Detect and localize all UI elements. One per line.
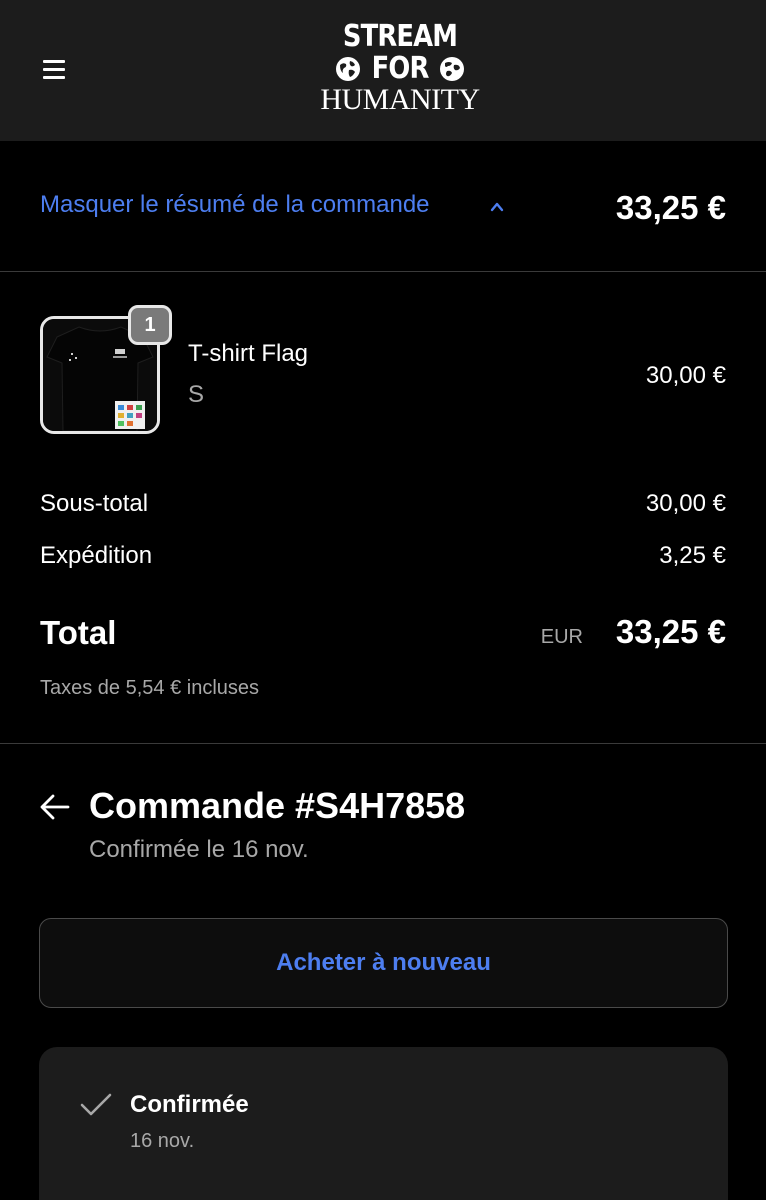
buy-again-button[interactable]: Acheter à nouveau <box>39 918 728 1008</box>
summary-toggle-label: Masquer le résumé de la commande <box>40 191 430 218</box>
order-status-page: STREAM FOR HUMANITY Masquer le résumé de… <box>0 0 766 1200</box>
total-currency: EUR <box>540 626 583 648</box>
globe-icon <box>335 57 360 81</box>
summary-total-price: 33,25 € <box>615 189 726 226</box>
order-confirmation-date: Confirmée le 16 nov. <box>89 836 309 863</box>
back-arrow-icon[interactable] <box>38 792 72 822</box>
logo-line-for-row: FOR <box>318 54 482 84</box>
quantity-badge: 1 <box>128 305 172 345</box>
product-variant: S <box>188 381 205 408</box>
total-label: Total <box>40 614 117 651</box>
stream-for-humanity-logo[interactable]: STREAM FOR HUMANITY <box>318 20 482 120</box>
hamburger-menu-icon[interactable] <box>40 57 70 83</box>
logo-line-stream: STREAM <box>342 19 458 54</box>
checkmark-icon <box>80 1093 112 1116</box>
chevron-up-icon <box>490 202 504 212</box>
section-divider <box>0 743 766 744</box>
status-title: Confirmée <box>130 1091 249 1118</box>
logo-line-for: FOR <box>371 51 430 86</box>
product-name: T-shirt Flag <box>188 340 309 367</box>
order-title: Commande #S4H7858 <box>89 785 466 826</box>
shipping-label: Expédition <box>40 542 153 569</box>
subtotal-value: 30,00 € <box>645 490 726 517</box>
status-date: 16 nov. <box>130 1130 195 1152</box>
order-status-card <box>39 1047 728 1200</box>
shipping-value: 3,25 € <box>659 542 726 569</box>
site-header: STREAM FOR HUMANITY <box>0 0 766 141</box>
subtotal-label: Sous-total <box>40 490 149 517</box>
total-value: 33,25 € <box>615 613 726 650</box>
globe-icon <box>440 57 465 81</box>
product-price: 30,00 € <box>645 362 726 389</box>
order-summary-toggle[interactable]: Masquer le résumé de la commande 33,25 € <box>0 141 766 272</box>
taxes-note: Taxes de 5,54 € incluses <box>40 677 260 699</box>
logo-line-humanity: HUMANITY <box>320 83 480 116</box>
